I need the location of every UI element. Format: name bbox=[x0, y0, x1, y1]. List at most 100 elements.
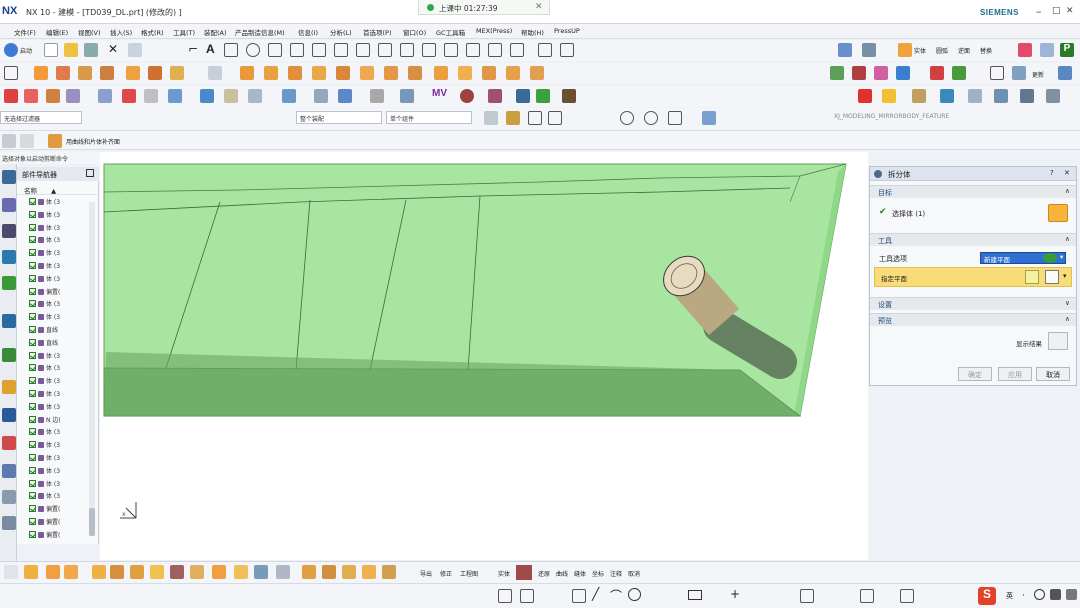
navigator-row[interactable]: 直线 bbox=[29, 325, 79, 337]
view-orient-icon[interactable] bbox=[896, 66, 910, 80]
ime-keyboard-icon[interactable] bbox=[1050, 589, 1061, 600]
menu-mex-press[interactable]: MEX(Press) bbox=[476, 27, 512, 35]
dialog-close-icon[interactable]: ✕ bbox=[1064, 169, 1070, 177]
boss-icon[interactable] bbox=[100, 66, 114, 80]
visibility-checkbox[interactable] bbox=[29, 262, 36, 269]
visibility-checkbox[interactable] bbox=[29, 402, 36, 410]
intersect-icon[interactable] bbox=[170, 66, 184, 80]
export-label[interactable]: 导出 bbox=[420, 569, 432, 578]
reverse-label[interactable]: 逆面 bbox=[958, 46, 970, 55]
palette-icon[interactable] bbox=[882, 89, 896, 103]
patch-openings-label[interactable]: 用曲线和片体补齐面 bbox=[66, 137, 120, 146]
visibility-checkbox[interactable] bbox=[29, 505, 36, 513]
visibility-checkbox[interactable] bbox=[29, 287, 36, 295]
bottom-tool10-icon[interactable] bbox=[276, 565, 290, 579]
hole-icon[interactable] bbox=[78, 66, 92, 80]
electrode-icon[interactable] bbox=[488, 89, 502, 103]
navigator-row[interactable]: 直线 bbox=[29, 338, 79, 350]
divide-curve-icon[interactable] bbox=[422, 43, 436, 57]
show-result-magnifier-icon[interactable] bbox=[1048, 332, 1068, 350]
bottom-tool11-icon[interactable] bbox=[302, 565, 316, 579]
navigator-row[interactable]: 体 (3 bbox=[29, 312, 79, 324]
navigator-row[interactable]: 体 (3 bbox=[29, 299, 79, 311]
sogou-ime-icon[interactable]: S bbox=[978, 587, 996, 605]
red-swatch-icon[interactable] bbox=[858, 89, 872, 103]
navigator-row[interactable]: 体 (3 bbox=[29, 351, 79, 363]
annotation-label[interactable]: 注释 bbox=[610, 569, 622, 578]
tool-section-header[interactable]: 工具 ∧ bbox=[870, 233, 1076, 246]
start-label[interactable]: 启动 bbox=[20, 46, 32, 55]
edge-blend-icon[interactable] bbox=[400, 89, 414, 103]
plane-dialog-icon[interactable] bbox=[1025, 270, 1039, 284]
tool-icon[interactable] bbox=[562, 89, 576, 103]
curve-snap-icon[interactable] bbox=[548, 111, 562, 125]
split-body-icon[interactable] bbox=[360, 66, 374, 80]
menu-tools[interactable]: 工具(T) bbox=[173, 27, 195, 37]
insert-view-icon[interactable] bbox=[990, 66, 1004, 80]
target-section-header[interactable]: 目标 ∧ bbox=[870, 185, 1076, 198]
rectangle-tool-icon[interactable] bbox=[560, 43, 574, 57]
navigator-row[interactable]: 体 (3 bbox=[29, 261, 79, 273]
polygon-icon[interactable] bbox=[268, 43, 282, 57]
move-face-icon[interactable] bbox=[530, 66, 544, 80]
ok-button[interactable]: 确定 bbox=[958, 367, 992, 381]
visibility-checkbox[interactable] bbox=[29, 249, 36, 257]
specify-plane-row[interactable]: 指定平面 ▾ bbox=[874, 267, 1072, 287]
sketch-dimension-icon[interactable] bbox=[860, 589, 874, 603]
curve-icon[interactable] bbox=[510, 43, 524, 57]
color-icon[interactable] bbox=[1018, 43, 1032, 57]
menu-preferences[interactable]: 首选项(P) bbox=[363, 27, 392, 37]
shell-icon[interactable] bbox=[208, 66, 222, 80]
wizard-icon[interactable] bbox=[516, 89, 530, 103]
navigator-row[interactable]: 体 (3 bbox=[29, 223, 79, 235]
process-studio-icon[interactable] bbox=[2, 408, 16, 422]
bounded-plane-icon[interactable] bbox=[144, 89, 158, 103]
cancel-button[interactable]: 取消 bbox=[1036, 367, 1070, 381]
roles-icon[interactable] bbox=[2, 436, 16, 450]
apply-button[interactable]: 应用 bbox=[998, 367, 1032, 381]
mirror-icon[interactable] bbox=[434, 66, 448, 80]
visibility-checkbox[interactable] bbox=[29, 377, 36, 385]
visibility-checkbox[interactable] bbox=[29, 198, 36, 205]
history-icon[interactable] bbox=[2, 348, 16, 362]
line-snap-icon[interactable] bbox=[528, 111, 542, 125]
bottom-tool3-icon[interactable] bbox=[130, 565, 144, 579]
rectangle-icon[interactable] bbox=[4, 66, 18, 80]
sketch-arc-icon[interactable]: ⌒ bbox=[610, 587, 622, 604]
replace-label[interactable]: 替换 bbox=[980, 46, 992, 55]
visibility-checkbox[interactable] bbox=[29, 338, 36, 346]
menu-info[interactable]: 信息(I) bbox=[298, 27, 318, 37]
center-snap-icon[interactable] bbox=[620, 111, 634, 125]
menu-insert[interactable]: 插入(S) bbox=[110, 27, 132, 37]
settings-section-header[interactable]: 设置 ∨ bbox=[870, 297, 1076, 310]
plane-type-icon[interactable] bbox=[1045, 270, 1059, 284]
navigator-column-header[interactable]: 名称 ▲ bbox=[17, 184, 99, 195]
section-dropdown[interactable]: 单个组件 bbox=[386, 111, 472, 124]
refresh-label[interactable]: 更新 bbox=[1032, 70, 1044, 79]
navigator-row[interactable]: 体 (3 bbox=[29, 210, 79, 222]
navigator-row[interactable]: 体 (3 bbox=[29, 453, 79, 465]
fit-view-icon[interactable] bbox=[940, 89, 954, 103]
spline-icon[interactable] bbox=[290, 43, 304, 57]
undo-icon[interactable] bbox=[128, 43, 142, 57]
selection-mode-icon[interactable] bbox=[2, 134, 16, 148]
visibility-checkbox[interactable] bbox=[29, 479, 36, 487]
ime-language[interactable]: 英 bbox=[1006, 591, 1013, 601]
bottom-tool6-icon[interactable] bbox=[190, 565, 204, 579]
menu-edit[interactable]: 编辑(E) bbox=[46, 27, 68, 37]
circle-tool-icon[interactable] bbox=[246, 43, 260, 57]
bottom-tool14-icon[interactable] bbox=[362, 565, 376, 579]
fillet-curve-icon[interactable] bbox=[444, 43, 458, 57]
wireframe-icon[interactable] bbox=[994, 89, 1008, 103]
visibility-checkbox[interactable] bbox=[29, 313, 36, 321]
visibility-checkbox[interactable] bbox=[29, 223, 36, 231]
sketch-line-icon[interactable]: ╱ bbox=[592, 587, 599, 601]
bottom-tool12-icon[interactable] bbox=[322, 565, 336, 579]
existing-point-icon[interactable] bbox=[702, 111, 716, 125]
solid-label[interactable]: 实体 bbox=[914, 46, 926, 55]
through-curves-icon[interactable] bbox=[24, 89, 38, 103]
visibility-checkbox[interactable] bbox=[29, 454, 36, 461]
tool-option-dropdown[interactable]: 新建平面 ▾ bbox=[980, 252, 1066, 264]
more-icon[interactable] bbox=[1046, 89, 1060, 103]
preview-section-header[interactable]: 预览 ∧ bbox=[870, 313, 1076, 326]
